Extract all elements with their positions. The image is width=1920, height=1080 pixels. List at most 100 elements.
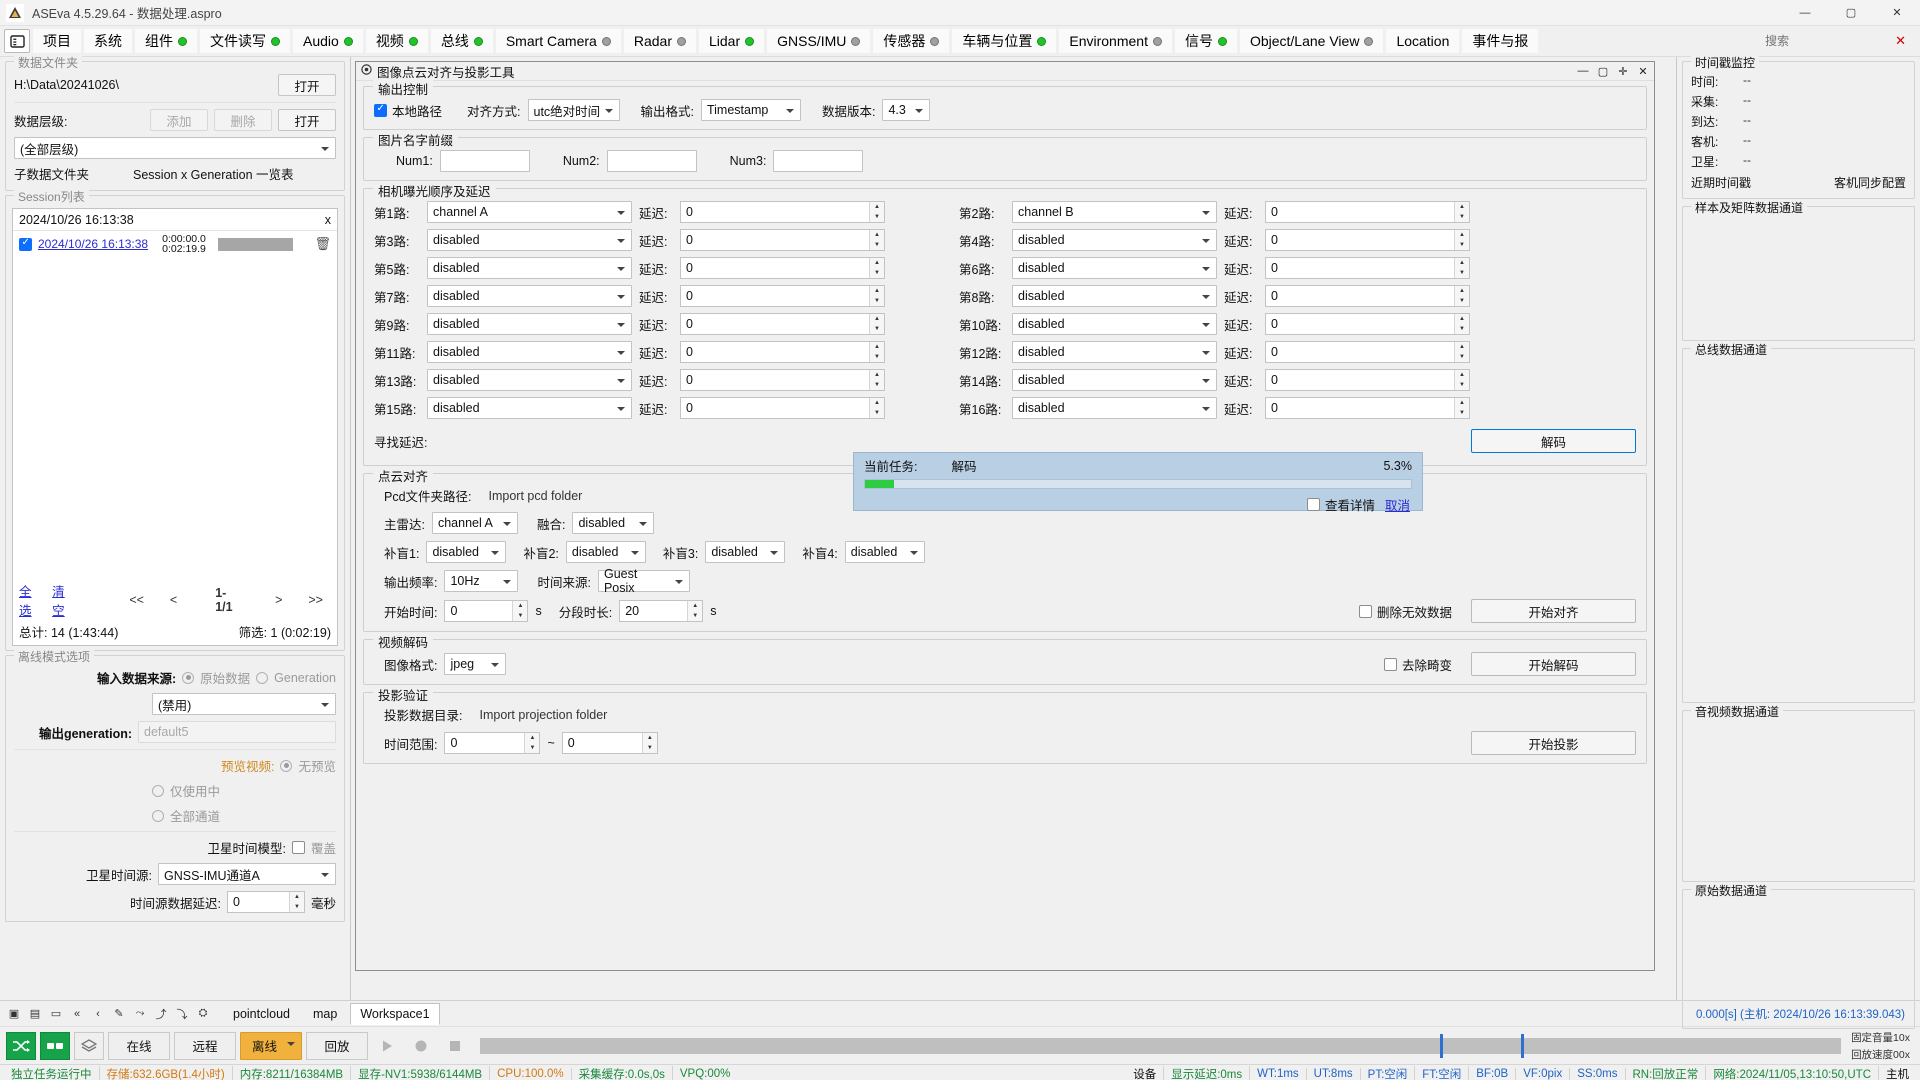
ch14-select[interactable]: disabled <box>1012 369 1217 391</box>
num2-input[interactable] <box>606 150 697 172</box>
mode-offline-button[interactable]: 离线 <box>240 1031 302 1060</box>
spinner-arrows-icon[interactable]: ▲ ▼ <box>869 314 884 334</box>
menu-item-bus[interactable]: 总线 <box>430 29 493 53</box>
undistort-checkbox[interactable] <box>1383 657 1397 671</box>
prev-all-icon[interactable]: « <box>68 1005 86 1023</box>
sat-model-checkbox[interactable] <box>291 841 305 854</box>
first-page-button[interactable]: << <box>121 593 152 607</box>
ch2-select[interactable]: channel B <box>1012 201 1217 223</box>
spinner-arrows-icon[interactable]: ▲ ▼ <box>869 398 884 418</box>
ch4-select[interactable]: disabled <box>1012 229 1217 251</box>
ch15-select[interactable]: disabled <box>427 397 632 419</box>
projection-dir-value[interactable]: Import projection folder <box>479 708 607 722</box>
ch7-delay-spinner[interactable]: 0 ▲ ▼ <box>680 285 885 307</box>
mode-remote-button[interactable]: 远程 <box>174 1031 236 1060</box>
spinner-arrows-icon[interactable]: ▲ ▼ <box>869 370 884 390</box>
spinner-arrows-icon[interactable]: ▲ ▼ <box>524 733 540 753</box>
link-icon[interactable] <box>40 1031 70 1060</box>
menu-item-smart-camera[interactable]: Smart Camera <box>495 29 621 53</box>
remove-invalid-row[interactable]: 删除无效数据 <box>1358 602 1452 621</box>
ch10-select[interactable]: disabled <box>1012 313 1217 335</box>
num1-input[interactable] <box>439 150 530 172</box>
view-details-checkbox[interactable] <box>1306 498 1320 511</box>
recent-timestamps-label[interactable]: 近期时间戳 <box>1691 174 1751 191</box>
menu-item-project[interactable]: 项目 <box>33 29 81 53</box>
fusion-select[interactable]: disabled <box>572 512 655 534</box>
spinner-arrows-icon[interactable]: ▲ ▼ <box>869 202 884 222</box>
open-folder-button[interactable]: 打开 <box>278 74 336 96</box>
dialog-titlebar[interactable]: 图像点云对齐与投影工具 — ▢ ✛ ✕ <box>356 62 1654 81</box>
mode-online-button[interactable]: 在线 <box>108 1031 170 1060</box>
add-button[interactable]: 添加 <box>150 109 208 131</box>
spinner-arrows-icon[interactable]: ▲ ▼ <box>1454 286 1469 306</box>
ch6-select[interactable]: disabled <box>1012 257 1217 279</box>
remove-invalid-checkbox[interactable] <box>1358 604 1372 618</box>
blind2-select[interactable]: disabled <box>565 541 646 563</box>
num3-input[interactable] <box>773 150 864 172</box>
output-format-select[interactable]: Timestamp <box>700 99 801 121</box>
ch8-select[interactable]: disabled <box>1012 285 1217 307</box>
prev-page-button[interactable]: < <box>162 593 185 607</box>
record-icon[interactable] <box>406 1032 436 1060</box>
spinner-arrows-icon[interactable]: ▲ ▼ <box>1454 342 1469 362</box>
spinner-arrows-icon[interactable]: ▲ ▼ <box>1454 202 1469 222</box>
menu-item-gnss-imu[interactable]: GNSS/IMU <box>767 29 871 53</box>
ch1-select[interactable]: channel A <box>427 201 632 223</box>
spinner-arrows-icon[interactable]: ▲ ▼ <box>869 342 884 362</box>
blind3-select[interactable]: disabled <box>705 541 786 563</box>
menu-item-location[interactable]: Location <box>1386 29 1460 53</box>
menu-item-components[interactable]: 组件 <box>135 29 197 53</box>
cancel-link[interactable]: 取消 <box>1385 495 1410 514</box>
clear-all-link[interactable]: 清空 <box>52 581 71 619</box>
ch7-select[interactable]: disabled <box>427 285 632 307</box>
ch6-delay-spinner[interactable]: 0 ▲ ▼ <box>1265 257 1470 279</box>
select-all-link[interactable]: 全选 <box>19 581 38 619</box>
ch16-delay-spinner[interactable]: 0 ▲ ▼ <box>1265 397 1470 419</box>
lock-icon[interactable]: ⛭ <box>194 1005 212 1023</box>
maximize-button[interactable]: ▢ <box>1828 0 1874 26</box>
timeline-marker-volume[interactable] <box>1439 1033 1443 1058</box>
projection-range-to-spinner[interactable]: 0 ▲ ▼ <box>561 732 658 754</box>
menu-item-vehicle-position[interactable]: 车辆与位置 <box>952 29 1057 53</box>
stop-icon[interactable] <box>440 1032 470 1060</box>
dialog-minimize-button[interactable]: — <box>1574 63 1592 80</box>
ch12-select[interactable]: disabled <box>1012 341 1217 363</box>
menu-item-object-lane-view[interactable]: Object/Lane View <box>1239 29 1384 53</box>
ch5-delay-spinner[interactable]: 0 ▲ ▼ <box>680 257 885 279</box>
time-source-select[interactable]: Guest Posix <box>597 567 690 595</box>
menu-item-system[interactable]: 系统 <box>84 29 132 53</box>
projection-range-from-spinner[interactable]: 0 ▲ ▼ <box>444 732 541 754</box>
import-icon[interactable]: ⤵ <box>173 1005 191 1023</box>
layers-icon[interactable] <box>74 1031 104 1060</box>
minimize-panel-icon[interactable]: ▭ <box>47 1005 65 1023</box>
start-align-button[interactable]: 开始对齐 <box>1471 599 1636 623</box>
menu-item-signal[interactable]: 信号 <box>1174 29 1237 53</box>
pcd-path-value[interactable]: Import pcd folder <box>489 489 583 503</box>
spinner-arrows-icon[interactable]: ▲ ▼ <box>1454 258 1469 278</box>
next-icon[interactable]: ⤳ <box>131 1005 149 1023</box>
data-version-select[interactable]: 4.3 <box>882 99 931 121</box>
menu-item-video[interactable]: 视频 <box>365 29 428 53</box>
trash-icon[interactable]: 🗑 <box>314 236 331 252</box>
ch11-select[interactable]: disabled <box>427 341 632 363</box>
prev-icon[interactable]: ‹ <box>89 1005 107 1023</box>
sat-source-select[interactable]: GNSS-IMU通道A <box>158 863 336 885</box>
spinner-arrows-icon[interactable]: ▲ ▼ <box>1454 398 1469 418</box>
menu-item-environment[interactable]: Environment <box>1059 29 1172 53</box>
generation-select[interactable]: (禁用) <box>152 693 336 715</box>
spinner-arrows-icon[interactable]: ▲ ▼ <box>1454 314 1469 334</box>
spinner-arrows-icon[interactable]: ▲ ▼ <box>641 733 657 753</box>
menu-item-audio[interactable]: Audio <box>293 29 363 53</box>
freq-select[interactable]: 10Hz <box>444 570 519 592</box>
menu-item-radar[interactable]: Radar <box>623 29 696 53</box>
menu-item-lidar[interactable]: Lidar <box>698 29 765 53</box>
decode-button[interactable]: 解码 <box>1471 429 1636 453</box>
play-icon[interactable] <box>372 1032 402 1060</box>
dialog-maximize-button[interactable]: ▢ <box>1594 63 1612 80</box>
segment-spinner[interactable]: 20 ▲ ▼ <box>619 600 704 622</box>
spinner-arrows-icon[interactable]: ▲ ▼ <box>869 286 884 306</box>
shuffle-icon[interactable] <box>6 1031 36 1060</box>
align-mode-select[interactable]: utc绝对时间 <box>527 99 620 121</box>
start-projection-button[interactable]: 开始投影 <box>1471 731 1636 755</box>
local-path-checkbox-row[interactable]: 本地路径 <box>374 101 442 120</box>
